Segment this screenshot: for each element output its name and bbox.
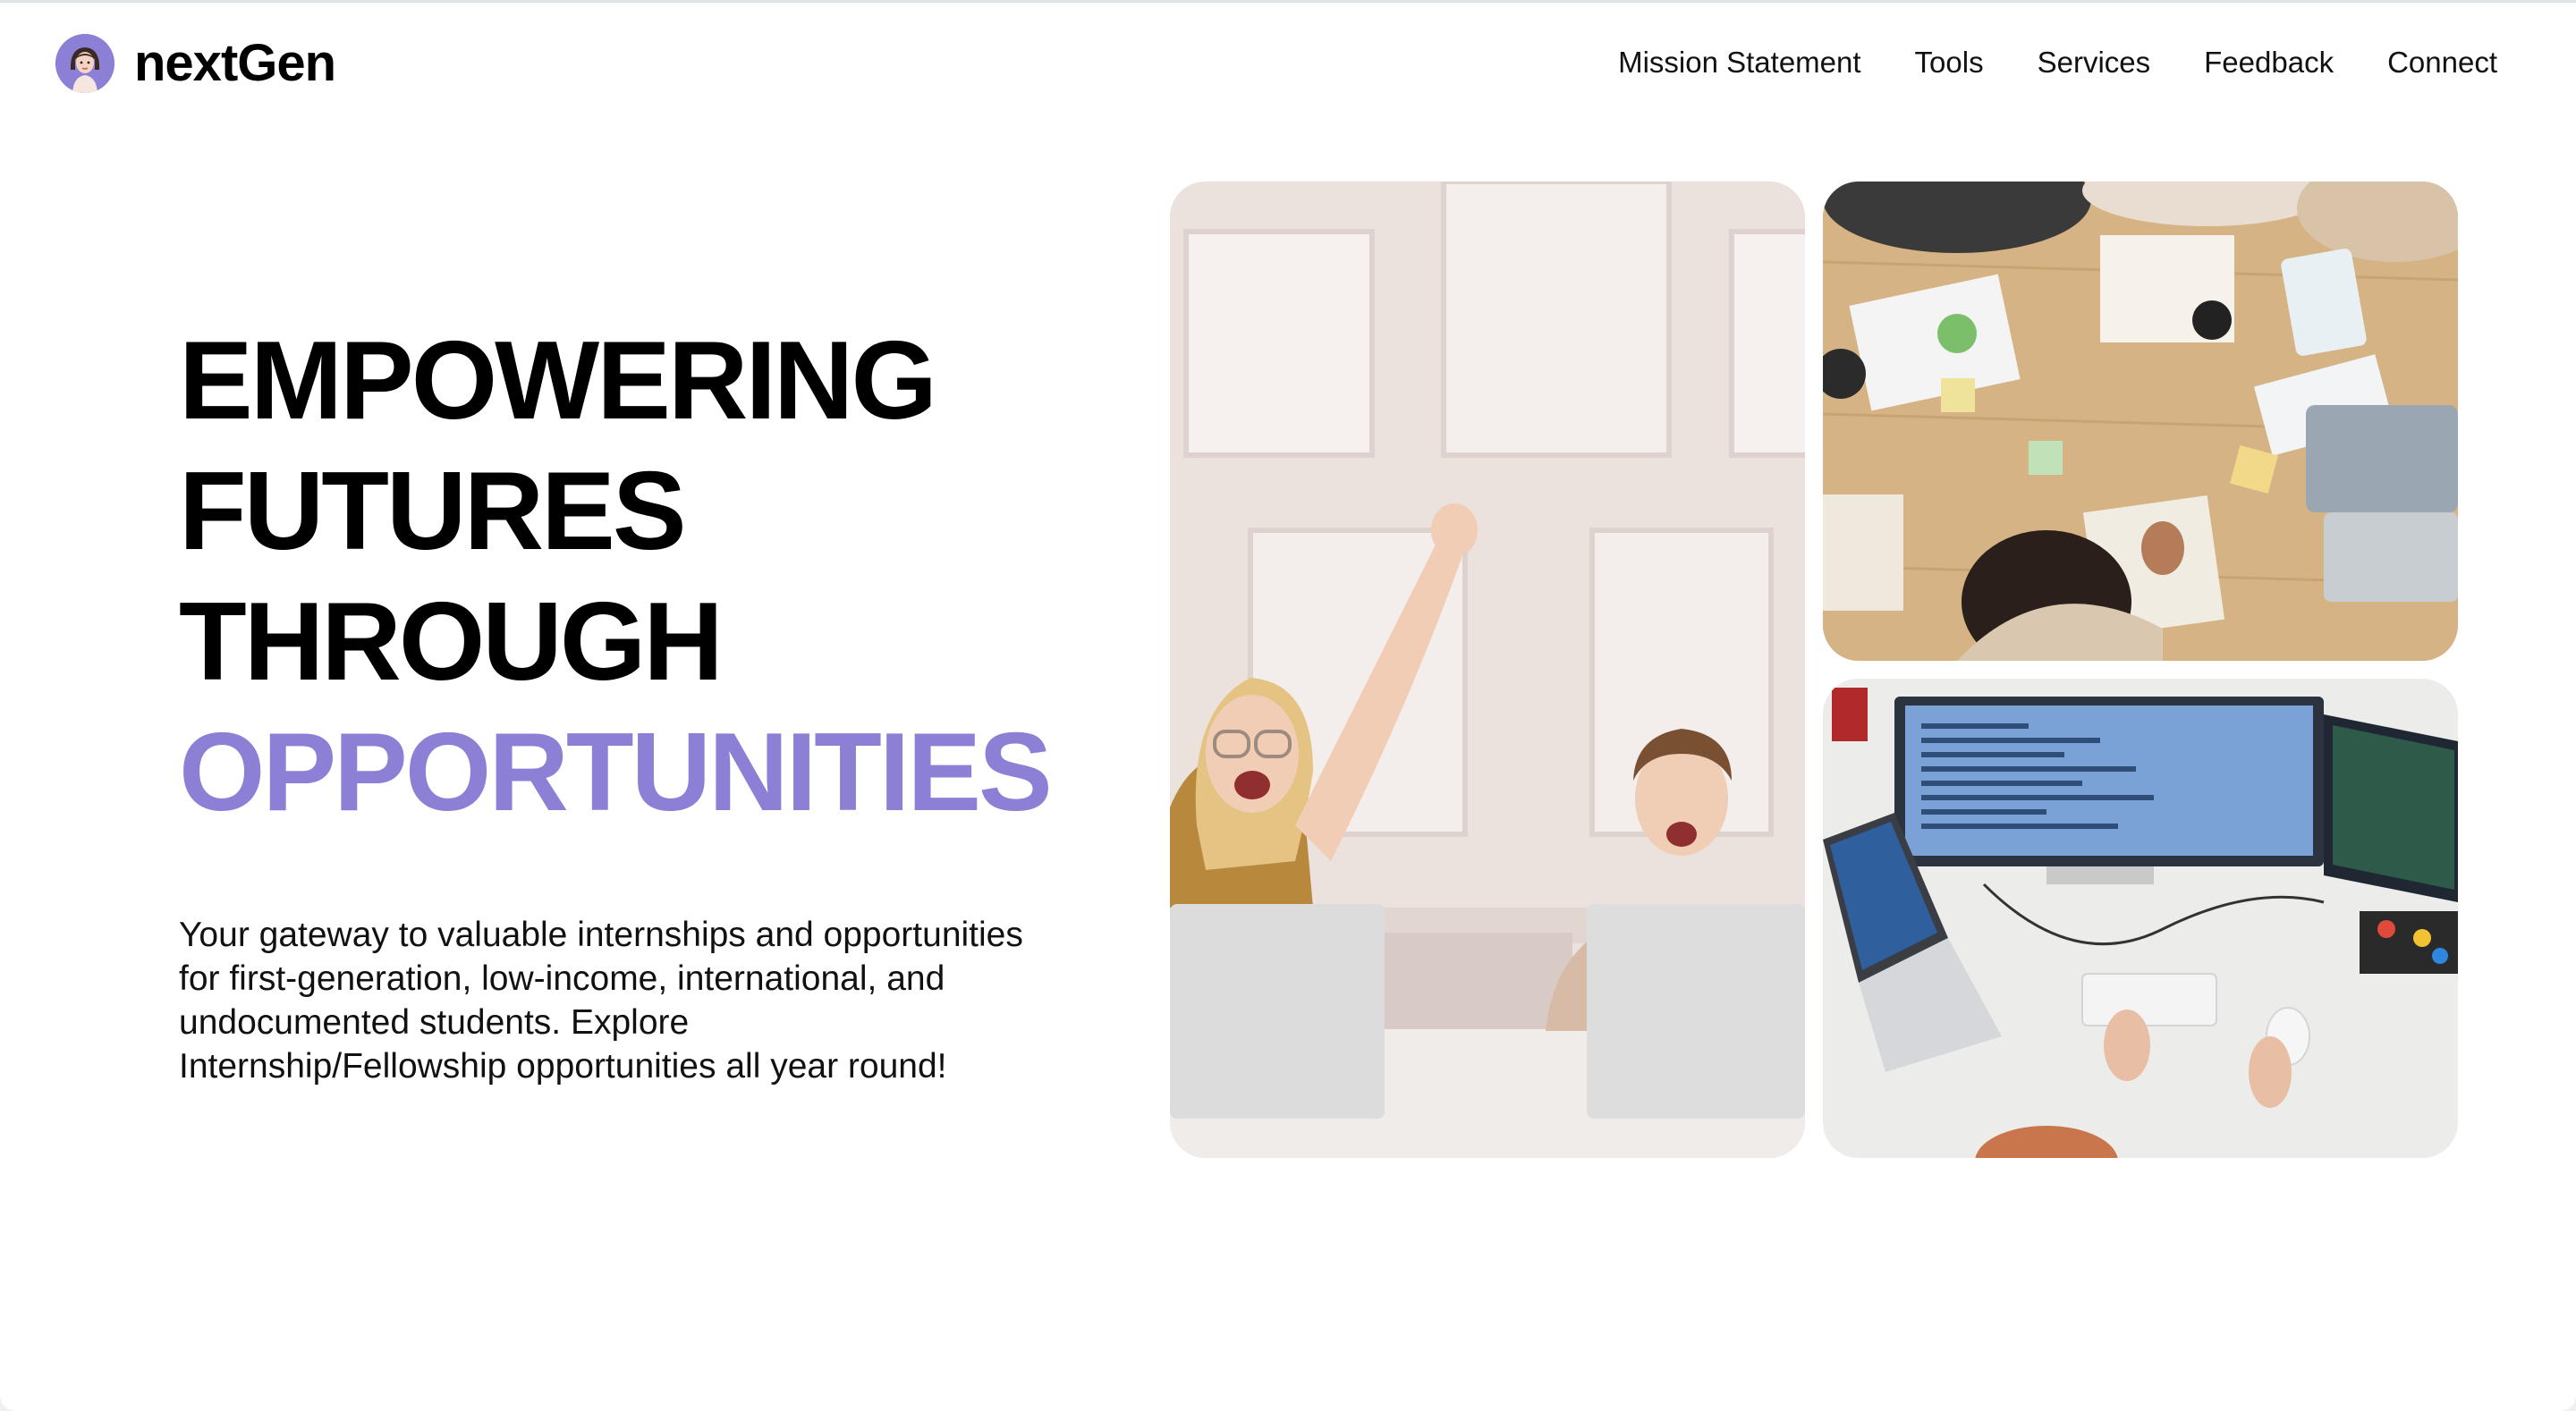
nav-link-feedback[interactable]: Feedback bbox=[2204, 46, 2334, 80]
nav-links: Mission Statement Tools Services Feedbac… bbox=[1618, 46, 2497, 80]
tagline-line-1: Your gateway to valuable internships and… bbox=[179, 916, 1023, 954]
girl-avatar-icon bbox=[55, 33, 114, 93]
brand-name: nextGen bbox=[134, 34, 336, 92]
coding-workstation-photo bbox=[1823, 679, 2458, 1158]
nav-link-connect[interactable]: Connect bbox=[2387, 46, 2497, 80]
brand-logo-link[interactable]: nextGen bbox=[55, 33, 336, 93]
top-navigation: nextGen Mission Statement Tools Services… bbox=[0, 3, 2576, 128]
nav-link-mission-statement[interactable]: Mission Statement bbox=[1618, 46, 1860, 80]
tagline-line-2: for first-generation, low-income, intern… bbox=[179, 959, 945, 998]
headline-line-accent: OPPORTUNITIES bbox=[179, 711, 1053, 834]
headline-line-2: FUTURES bbox=[179, 450, 687, 573]
celebrating-students-photo bbox=[1170, 182, 1805, 1158]
headline-line-1: EMPOWERING bbox=[179, 319, 937, 443]
tagline-line-3: undocumented students. Explore bbox=[179, 1003, 690, 1042]
nav-link-services[interactable]: Services bbox=[2038, 46, 2151, 80]
headline-line-3: THROUGH bbox=[179, 580, 724, 704]
team-meeting-overhead-photo bbox=[1823, 182, 2458, 661]
nav-link-tools[interactable]: Tools bbox=[1915, 46, 1984, 80]
hero-headline: EMPOWERING FUTURES THROUGH OPPORTUNITIES bbox=[179, 316, 1109, 838]
page: nextGen Mission Statement Tools Services… bbox=[0, 0, 2576, 1411]
tagline-line-4: Internship/Fellowship opportunities all … bbox=[179, 1047, 947, 1086]
hero-tagline: Your gateway to valuable internships and… bbox=[179, 913, 1100, 1088]
